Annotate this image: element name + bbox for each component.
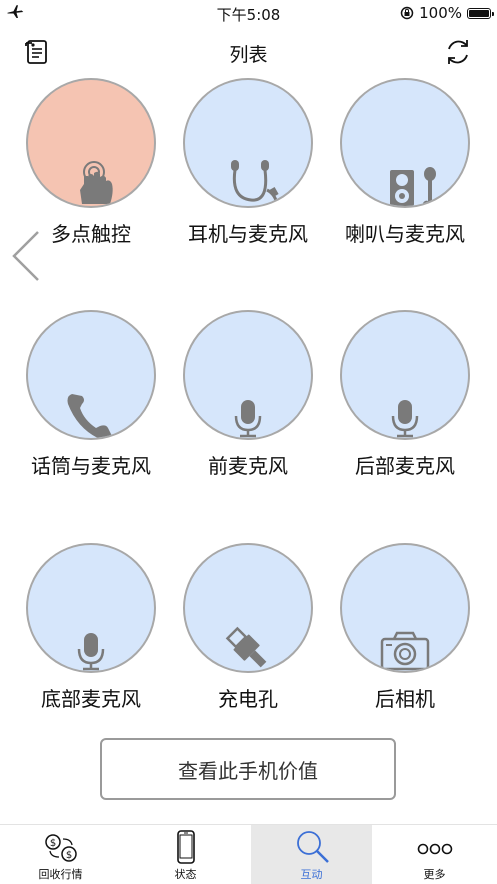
battery-percent: 100% [419,4,462,22]
battery-icon [467,7,494,19]
phone-handset-icon [67,394,112,438]
tile-label: 耳机与麦克风 [188,222,308,246]
svg-text:$: $ [49,838,55,849]
tile-speaker-mic[interactable]: 喇叭与麦克风 [327,78,483,247]
tile-circle[interactable] [340,78,470,208]
tile-label: 喇叭与麦克风 [345,222,465,246]
magnifier-icon [296,831,329,863]
tile-handset[interactable]: 话筒与麦克风 [13,310,169,479]
tab-bar: $ $ 回收行情 状态 互动 更多 [0,824,497,884]
tile-charging-port[interactable]: 充电孔 [170,543,326,712]
tile-circle[interactable] [340,310,470,440]
tile-front-mic[interactable]: 前麦克风 [170,310,326,479]
tile-circle[interactable] [340,543,470,673]
tile-label: 多点触控 [51,222,131,246]
status-bar: 下午5:08 100% [0,0,497,26]
rotation-lock-icon [400,6,414,20]
tab-status[interactable]: 状态 [125,825,246,884]
more-dots-icon [417,843,452,855]
tile-circle[interactable] [26,310,156,440]
status-right: 100% [400,4,494,22]
tab-label: 更多 [423,868,446,881]
phone-icon [176,830,195,864]
tile-label: 充电孔 [218,687,278,711]
page-title: 列表 [229,44,268,66]
tab-label: 互动 [300,868,323,881]
tile-bottom-mic[interactable]: 底部麦克风 [13,543,169,712]
earphones-icon [231,160,279,205]
tile-circle[interactable] [183,78,313,208]
usb-plug-icon [225,626,267,668]
tab-label: 回收行情 [38,868,83,881]
tile-circle[interactable] [183,543,313,673]
tile-rear-mic[interactable]: 后部麦克风 [327,310,483,479]
tab-recycle-market[interactable]: $ $ 回收行情 [0,825,121,884]
tile-earphones[interactable]: 耳机与麦克风 [170,78,326,247]
tab-more[interactable]: 更多 [374,825,495,884]
microphone-icon [234,400,262,438]
refresh-icon[interactable] [442,36,474,68]
nav-bar: 列表 [0,30,497,74]
tile-label: 底部麦克风 [41,687,141,711]
tile-label: 前麦克风 [208,454,288,478]
tile-rear-camera[interactable]: 后相机 [327,543,483,712]
speaker-mic-icon [390,167,438,206]
microphone-icon [391,400,419,438]
money-exchange-icon: $ $ [44,834,77,862]
tile-label: 话筒与麦克风 [31,454,151,478]
tile-circle[interactable] [183,310,313,440]
tile-label: 后部麦克风 [355,454,455,478]
tab-interact[interactable]: 互动 [251,825,372,884]
svg-text:$: $ [65,850,71,861]
multitouch-hand-icon [80,161,113,204]
tile-circle[interactable] [26,78,156,208]
tile-label: 后相机 [375,687,435,711]
tile-multitouch[interactable]: 多点触控 [13,78,169,247]
tab-label: 状态 [174,868,197,881]
camera-icon [380,631,430,671]
microphone-icon [77,633,105,671]
check-phone-value-button[interactable]: 查看此手机价值 [100,738,396,800]
tile-circle[interactable] [26,543,156,673]
